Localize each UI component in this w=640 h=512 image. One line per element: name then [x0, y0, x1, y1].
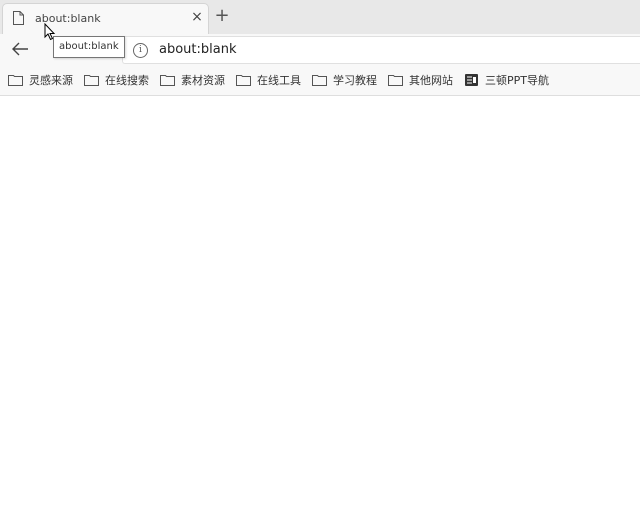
back-arrow-icon[interactable] — [10, 40, 30, 58]
site-icon — [465, 74, 478, 86]
bookmark-folder-4[interactable]: 在线工具 — [236, 71, 301, 89]
bookmark-folder-1[interactable]: 灵感来源 — [8, 71, 73, 89]
info-icon[interactable]: i — [133, 43, 148, 58]
document-icon — [13, 11, 24, 25]
mouse-cursor-icon — [44, 23, 56, 41]
bookmark-label: 学习教程 — [333, 74, 377, 87]
tab-active[interactable]: about:blank × — [3, 4, 208, 34]
tab-close-button[interactable]: × — [189, 9, 205, 25]
bookmark-folder-6[interactable]: 其他网站 — [388, 71, 453, 89]
folder-icon — [236, 75, 251, 86]
bookmarks-bar: 灵感来源 在线搜索 素材资源 在线工具 学习教程 其他网站 三顿PPT导航 — [0, 65, 640, 96]
folder-icon — [312, 75, 327, 86]
tab-strip: about:blank × + — [0, 0, 640, 34]
new-tab-button[interactable]: + — [213, 7, 231, 25]
bookmark-label: 其他网站 — [409, 74, 453, 87]
bookmark-folder-3[interactable]: 素材资源 — [160, 71, 225, 89]
bookmark-folder-5[interactable]: 学习教程 — [312, 71, 377, 89]
bookmark-folder-2[interactable]: 在线搜索 — [84, 71, 149, 89]
bookmark-label: 三顿PPT导航 — [485, 74, 549, 87]
tab-tooltip: about:blank — [53, 36, 125, 58]
bookmark-label: 在线搜索 — [105, 74, 149, 87]
address-url[interactable]: about:blank — [159, 42, 237, 57]
bookmark-label: 在线工具 — [257, 74, 301, 87]
folder-icon — [388, 75, 403, 86]
bookmark-label: 素材资源 — [181, 74, 225, 87]
page-content — [0, 96, 640, 512]
bookmark-site-7[interactable]: 三顿PPT导航 — [464, 71, 549, 89]
bookmark-label: 灵感来源 — [29, 74, 73, 87]
folder-icon — [8, 75, 23, 86]
address-bar[interactable]: i about:blank — [122, 36, 640, 64]
folder-icon — [84, 75, 99, 86]
folder-icon — [160, 75, 175, 86]
